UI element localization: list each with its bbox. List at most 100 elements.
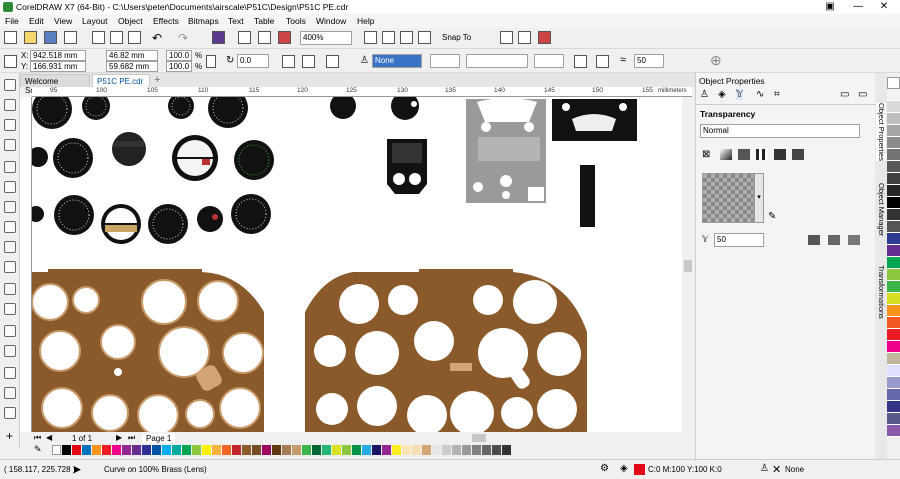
- color-swatch[interactable]: [887, 113, 900, 125]
- instrument-gauges[interactable]: [32, 97, 419, 244]
- fountain-transparency-icon[interactable]: [738, 149, 750, 160]
- artistic-media-icon[interactable]: [4, 181, 16, 193]
- welcome-screen-icon[interactable]: [538, 31, 551, 44]
- color-swatch[interactable]: [182, 445, 191, 455]
- color-swatch[interactable]: [242, 445, 251, 455]
- color-swatch[interactable]: [402, 445, 411, 455]
- menu-tools[interactable]: Tools: [286, 16, 306, 26]
- outline-tab-icon[interactable]: ♙: [700, 89, 709, 100]
- menu-layout[interactable]: Layout: [82, 16, 108, 26]
- color-swatch[interactable]: [887, 149, 900, 161]
- color-swatch[interactable]: [452, 445, 461, 455]
- color-swatch[interactable]: [302, 445, 311, 455]
- color-swatch[interactable]: [62, 445, 71, 455]
- eyedropper-icon[interactable]: [4, 367, 16, 379]
- color-swatch[interactable]: [222, 445, 231, 455]
- color-swatch[interactable]: [887, 425, 900, 437]
- panel-menu-icon[interactable]: ▭: [840, 89, 849, 100]
- color-swatch[interactable]: [232, 445, 241, 455]
- menu-bitmaps[interactable]: Bitmaps: [188, 16, 219, 26]
- color-swatch[interactable]: [887, 269, 900, 281]
- y-position-field[interactable]: 166.931 mm: [30, 61, 86, 72]
- uniform-transparency-icon[interactable]: [720, 149, 732, 160]
- color-swatch[interactable]: [422, 445, 431, 455]
- menu-view[interactable]: View: [54, 16, 72, 26]
- mirror-horizontal-icon[interactable]: [282, 55, 295, 68]
- tab-transformations[interactable]: Transformations: [876, 265, 886, 319]
- zoom-level-select[interactable]: 400%: [300, 31, 352, 45]
- copy-icon[interactable]: [110, 31, 123, 44]
- app-launcher-icon[interactable]: [518, 31, 531, 44]
- transparency-tool-icon[interactable]: [4, 345, 16, 357]
- color-swatch[interactable]: [887, 209, 900, 221]
- vertical-ruler[interactable]: [20, 97, 32, 432]
- color-profile-icon[interactable]: ⚙: [600, 463, 609, 474]
- curve-tab-icon[interactable]: ∿: [756, 89, 764, 100]
- scale-x-field[interactable]: 100.0: [166, 50, 192, 61]
- color-swatch[interactable]: [352, 445, 361, 455]
- color-swatch[interactable]: [52, 445, 61, 455]
- restore-icon[interactable]: ▣: [820, 0, 840, 14]
- new-document-icon[interactable]: [4, 31, 17, 44]
- page-tab[interactable]: Page 1: [142, 434, 176, 443]
- drop-shadow-icon[interactable]: [4, 325, 16, 337]
- color-swatch[interactable]: [887, 245, 900, 257]
- no-transparency-icon[interactable]: ⊠: [702, 149, 710, 160]
- two-color-transparency-icon[interactable]: [792, 149, 804, 160]
- hscroll-thumb[interactable]: [472, 434, 486, 442]
- color-swatch[interactable]: [292, 445, 301, 455]
- full-screen-icon[interactable]: [364, 31, 377, 44]
- bitmap-pattern-transparency-icon[interactable]: [774, 149, 786, 160]
- black-placard[interactable]: [552, 99, 637, 141]
- color-swatch[interactable]: [82, 445, 91, 455]
- color-swatch[interactable]: [887, 341, 900, 353]
- color-swatch[interactable]: [887, 221, 900, 233]
- apply-outline-icon[interactable]: [828, 235, 840, 245]
- drawing-canvas[interactable]: [32, 97, 682, 432]
- color-swatch[interactable]: [262, 445, 271, 455]
- color-swatch[interactable]: [332, 445, 341, 455]
- color-swatch[interactable]: [382, 445, 391, 455]
- show-grid-icon[interactable]: [400, 31, 413, 44]
- smart-fill-icon[interactable]: [4, 407, 16, 419]
- open-folder-icon[interactable]: [24, 31, 37, 44]
- save-icon[interactable]: [44, 31, 57, 44]
- text-tool-icon[interactable]: [4, 261, 16, 273]
- menu-window[interactable]: Window: [316, 16, 346, 26]
- reverse-direction-icon[interactable]: [574, 55, 587, 68]
- color-swatch[interactable]: [392, 445, 401, 455]
- tab-object-manager[interactable]: Object Manager: [876, 183, 886, 236]
- color-swatch[interactable]: [192, 445, 201, 455]
- rectangle-tool-icon[interactable]: [4, 201, 16, 213]
- import-icon[interactable]: [238, 31, 251, 44]
- color-swatch[interactable]: [462, 445, 471, 455]
- color-swatch[interactable]: [202, 445, 211, 455]
- show-rulers-icon[interactable]: [382, 31, 395, 44]
- color-swatch[interactable]: [887, 389, 900, 401]
- wrap-text-icon[interactable]: [326, 55, 339, 68]
- color-swatch[interactable]: [112, 445, 121, 455]
- color-swatch[interactable]: [887, 377, 900, 389]
- color-swatch[interactable]: [887, 197, 900, 209]
- color-swatch[interactable]: [342, 445, 351, 455]
- vector-pattern-transparency-icon[interactable]: [756, 149, 768, 160]
- show-guidelines-icon[interactable]: [418, 31, 431, 44]
- add-preset-icon[interactable]: ⊕: [710, 52, 722, 69]
- merge-mode-select[interactable]: Normal: [700, 124, 860, 138]
- export-icon[interactable]: [258, 31, 271, 44]
- bbox-tab-icon[interactable]: ⌗: [774, 89, 780, 100]
- polygon-tool-icon[interactable]: [4, 241, 16, 253]
- x-position-field[interactable]: 942.518 mm: [30, 50, 86, 61]
- color-swatch[interactable]: [432, 445, 441, 455]
- color-swatch[interactable]: [172, 445, 181, 455]
- minimize-button[interactable]: —: [848, 0, 868, 14]
- grey-instrument-panel[interactable]: [466, 98, 546, 203]
- horizontal-ruler[interactable]: 95 100 105 110 115 120 125 130 135 140 1…: [32, 87, 692, 97]
- cut-icon[interactable]: [92, 31, 105, 44]
- mirror-vertical-icon[interactable]: [302, 55, 315, 68]
- color-swatch[interactable]: [887, 317, 900, 329]
- brass-panel-left[interactable]: [32, 269, 264, 432]
- eyedropper-icon[interactable]: ✎: [34, 444, 42, 455]
- width-field[interactable]: 46.82 mm: [106, 50, 158, 61]
- publish-pdf-icon[interactable]: [278, 31, 291, 44]
